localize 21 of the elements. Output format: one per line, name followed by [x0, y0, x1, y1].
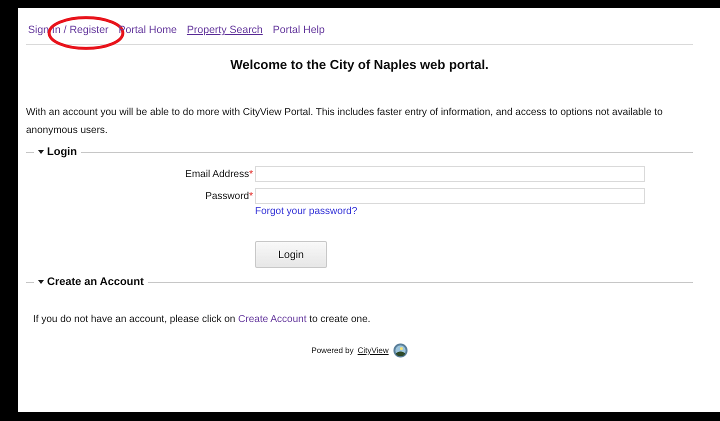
forgot-password-link[interactable]: Forgot your password? [255, 206, 358, 217]
input-field[interactable] [255, 166, 645, 182]
nav-link[interactable]: Property Search [186, 24, 263, 36]
caret-icon [38, 150, 44, 154]
globe-icon [392, 343, 408, 358]
powered-by-text: Powered by [311, 346, 354, 355]
nav-link[interactable]: Portal Help [272, 24, 325, 36]
section-title: Login [47, 146, 77, 158]
page-heading: Welcome to the City of Naples web portal. [229, 57, 490, 72]
cityview-link[interactable]: CityView [358, 346, 389, 355]
intro-text: With an account you will be able to do more with CityView Portal. This includes faster entry of information, and access to options not available to anonymous users. [26, 106, 664, 138]
login-button[interactable]: Login [255, 241, 327, 268]
required-mark: * [249, 168, 253, 180]
create-account-link[interactable]: Create Account [238, 314, 307, 325]
field-label: Password [205, 190, 250, 202]
field-label: Email Address [185, 168, 250, 180]
create-account-text: If you do not have an account, please click on Create Account to create one. [33, 314, 372, 325]
required-mark: * [249, 190, 253, 202]
input-field[interactable] [255, 188, 645, 204]
caret-icon [38, 280, 44, 284]
section-toggle[interactable]: Login [38, 146, 77, 158]
